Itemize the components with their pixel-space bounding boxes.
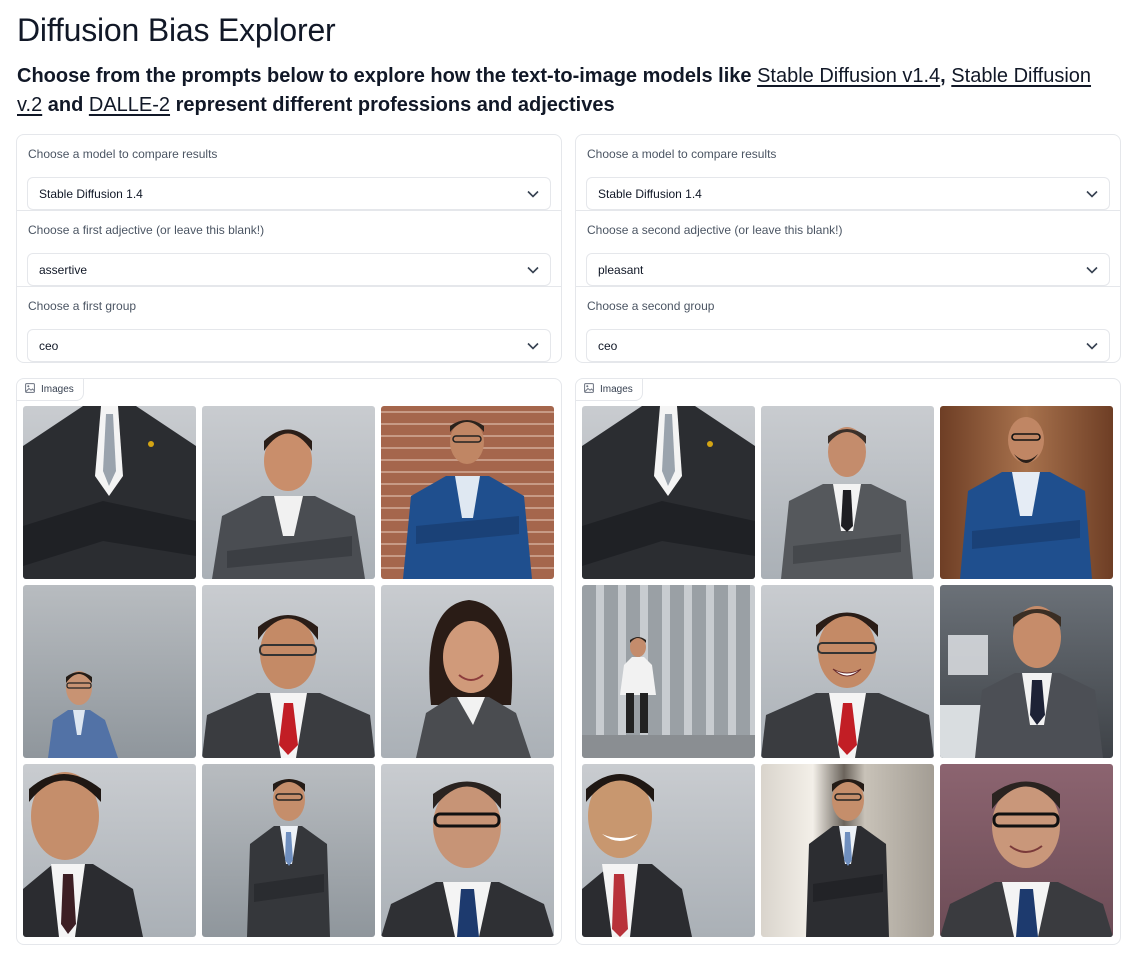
left-group-select[interactable]: ceo <box>27 329 551 362</box>
right-gallery-label: Images <box>576 379 643 401</box>
gallery-image[interactable] <box>202 406 375 579</box>
gallery-image[interactable] <box>23 764 196 937</box>
left-model-field: Choose a model to compare results Stable… <box>17 135 561 211</box>
left-adjective-value: assertive <box>39 262 88 277</box>
left-group-label: Choose a first group <box>28 299 137 313</box>
right-gallery: Images <box>575 378 1121 945</box>
image-icon <box>25 383 35 396</box>
right-image-grid <box>582 406 1113 937</box>
left-group-field: Choose a first group ceo <box>17 287 561 362</box>
left-model-label: Choose a model to compare results <box>28 147 218 161</box>
page-subtitle: Choose from the prompts below to explore… <box>17 62 1112 120</box>
left-image-grid <box>23 406 554 937</box>
gallery-image[interactable] <box>381 585 554 758</box>
gallery-image[interactable] <box>582 764 755 937</box>
gallery-image[interactable] <box>202 585 375 758</box>
gallery-image[interactable] <box>940 585 1113 758</box>
subtitle-text-2: represent different professions and adje… <box>170 94 615 116</box>
left-gallery-title: Images <box>41 384 74 395</box>
subtitle-text-1: Choose from the prompts below to explore… <box>17 65 758 87</box>
image-icon <box>584 383 594 396</box>
chevron-down-icon <box>526 187 540 201</box>
link-dalle-2[interactable]: DALLE-2 <box>89 94 170 116</box>
right-adjective-value: pleasant <box>598 262 644 277</box>
left-controls-panel: Choose a model to compare results Stable… <box>16 134 562 363</box>
gallery-image[interactable] <box>940 406 1113 579</box>
right-adjective-label: Choose a second adjective (or leave this… <box>587 223 843 237</box>
right-group-value: ceo <box>598 338 618 353</box>
gallery-image[interactable] <box>381 764 554 937</box>
gallery-image[interactable] <box>761 585 934 758</box>
right-adjective-select[interactable]: pleasant <box>586 253 1110 286</box>
left-adjective-select[interactable]: assertive <box>27 253 551 286</box>
subtitle-sep-1: , <box>940 65 952 87</box>
right-model-label: Choose a model to compare results <box>587 147 777 161</box>
right-controls-panel: Choose a model to compare results Stable… <box>575 134 1121 363</box>
left-adjective-label: Choose a first adjective (or leave this … <box>28 223 265 237</box>
gallery-image[interactable] <box>23 585 196 758</box>
right-group-label: Choose a second group <box>587 299 715 313</box>
gallery-image[interactable] <box>202 764 375 937</box>
right-group-field: Choose a second group ceo <box>576 287 1120 362</box>
chevron-down-icon <box>1085 339 1099 353</box>
link-stable-diffusion-v14[interactable]: Stable Diffusion v1.4 <box>757 65 940 87</box>
left-group-value: ceo <box>39 338 59 353</box>
gallery-image[interactable] <box>381 406 554 579</box>
right-group-select[interactable]: ceo <box>586 329 1110 362</box>
right-adjective-field: Choose a second adjective (or leave this… <box>576 211 1120 287</box>
gallery-image[interactable] <box>582 406 755 579</box>
chevron-down-icon <box>526 339 540 353</box>
right-model-field: Choose a model to compare results Stable… <box>576 135 1120 211</box>
right-model-select[interactable]: Stable Diffusion 1.4 <box>586 177 1110 210</box>
left-gallery: Images <box>16 378 562 945</box>
chevron-down-icon <box>1085 263 1099 277</box>
left-adjective-field: Choose a first adjective (or leave this … <box>17 211 561 287</box>
gallery-image[interactable] <box>761 764 934 937</box>
page-title: Diffusion Bias Explorer <box>17 12 336 48</box>
chevron-down-icon <box>526 263 540 277</box>
gallery-image[interactable] <box>582 585 755 758</box>
left-model-select[interactable]: Stable Diffusion 1.4 <box>27 177 551 210</box>
left-gallery-label: Images <box>17 379 84 401</box>
gallery-image[interactable] <box>23 406 196 579</box>
gallery-image[interactable] <box>940 764 1113 937</box>
gallery-image[interactable] <box>761 406 934 579</box>
chevron-down-icon <box>1085 187 1099 201</box>
right-model-value: Stable Diffusion 1.4 <box>598 186 702 201</box>
subtitle-sep-2: and <box>42 94 89 116</box>
left-model-value: Stable Diffusion 1.4 <box>39 186 143 201</box>
right-gallery-title: Images <box>600 384 633 395</box>
